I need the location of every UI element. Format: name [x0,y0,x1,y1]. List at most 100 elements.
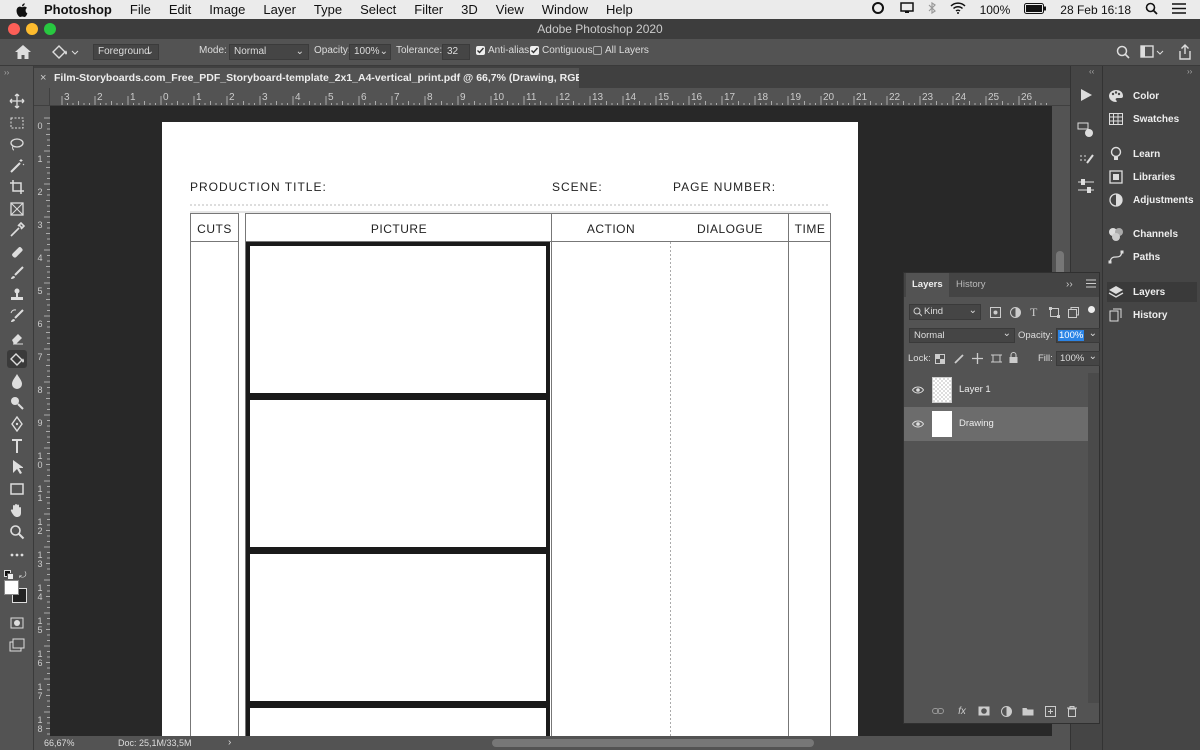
tolerance-input[interactable]: 32 [442,44,470,60]
menu-view[interactable]: View [496,2,524,17]
paint-bucket-preset-icon[interactable] [50,44,80,63]
filter-smart-object-icon[interactable] [1068,307,1079,321]
ruler-origin[interactable] [34,88,50,106]
hand-tool-icon[interactable] [7,501,27,519]
lock-transparent-icon[interactable] [935,354,945,367]
collapse-icons-icon[interactable]: ‹‹ [1089,67,1094,76]
horizontal-scrollbar[interactable] [230,736,1070,750]
actions-icon[interactable] [1078,88,1094,105]
menu-edit[interactable]: Edit [169,2,191,17]
quick-mask-icon[interactable] [7,614,27,632]
zoom-tool-icon[interactable] [7,523,27,541]
expand-toolbar-icon[interactable]: ›› [4,68,9,77]
menu-help[interactable]: Help [606,2,633,17]
document-size[interactable]: Doc: 25,1M/33,5M [118,738,192,748]
eraser-tool-icon[interactable] [7,329,27,347]
filter-pixel-icon[interactable] [990,307,1001,321]
layer-opacity-input[interactable]: 100% ⌄ [1056,328,1100,343]
new-layer-icon[interactable] [1044,705,1056,717]
filter-toggle-icon[interactable] [1088,306,1095,313]
filter-type-icon[interactable]: T [1030,305,1037,320]
horizontal-scroll-thumb[interactable] [492,739,814,747]
zoom-window-button[interactable] [44,23,56,35]
menu-file[interactable]: File [130,2,151,17]
panel-adjustments[interactable]: Adjustments [1107,190,1197,210]
layers-scrollbar[interactable] [1088,373,1099,703]
filter-adjustment-icon[interactable] [1010,307,1021,321]
pen-tool-icon[interactable] [7,415,27,433]
visibility-eye-icon[interactable] [911,419,925,431]
history-brush-tool-icon[interactable] [7,307,27,325]
panel-paths[interactable]: Paths [1107,247,1197,267]
control-center-icon[interactable] [1172,2,1186,17]
lock-artboard-icon[interactable] [991,353,1002,367]
blur-tool-icon[interactable] [7,372,27,390]
menu-select[interactable]: Select [360,2,396,17]
filter-shape-icon[interactable] [1049,307,1060,321]
mode-select[interactable]: Normal ⌄ [229,44,309,60]
link-layers-icon[interactable] [932,705,944,717]
panel-channels[interactable]: Channels [1107,224,1197,244]
contiguous-checkbox[interactable] [530,46,539,55]
menu-layer[interactable]: Layer [263,2,296,17]
tab-layers[interactable]: Layers [906,273,949,297]
magic-wand-tool-icon[interactable] [7,157,27,175]
screen-mode-icon[interactable] [7,636,27,654]
add-mask-icon[interactable] [978,705,990,717]
panel-learn[interactable]: Learn [1107,144,1197,164]
layer-row-layer-1[interactable]: Layer 1 [904,373,1088,407]
visibility-eye-icon[interactable] [911,385,925,397]
share-icon[interactable] [1178,44,1192,63]
brush-tool-icon[interactable] [7,264,27,282]
swap-colors-icon[interactable]: ⤾ [19,570,27,581]
status-menu-chevron-icon[interactable]: › [228,737,231,748]
healing-brush-tool-icon[interactable] [7,243,27,261]
clone-stamp-tool-icon[interactable] [7,286,27,304]
new-group-icon[interactable] [1022,705,1034,717]
paint-bucket-tool-icon[interactable] [7,350,27,368]
more-tools-icon[interactable] [7,546,27,564]
menu-app-name[interactable]: Photoshop [44,2,112,17]
lasso-tool-icon[interactable] [7,135,27,153]
opacity-input[interactable]: 100% ⌄ [349,44,391,60]
apple-icon[interactable] [14,0,30,19]
menu-image[interactable]: Image [209,2,245,17]
marquee-tool-icon[interactable] [7,114,27,132]
lock-position-icon[interactable] [972,353,983,367]
path-selection-tool-icon[interactable] [7,458,27,476]
document-page[interactable]: PRODUCTION TITLE: SCENE: PAGE NUMBER: CU… [162,122,858,736]
menu-window[interactable]: Window [542,2,588,17]
close-window-button[interactable] [8,23,20,35]
minimize-window-button[interactable] [26,23,38,35]
layer-fill-input[interactable]: 100% ⌄ [1056,351,1100,366]
panel-libraries[interactable]: Libraries [1107,167,1197,187]
brush-settings-icon[interactable] [1079,154,1095,171]
lock-all-icon[interactable] [1009,352,1018,366]
collapse-panel-icon[interactable]: ›› [1066,279,1073,290]
antialias-checkbox[interactable] [476,46,485,55]
collapse-panels-icon[interactable]: ›› [1187,67,1192,76]
tab-history[interactable]: History [950,273,992,297]
menu-type[interactable]: Type [314,2,342,17]
panel-color[interactable]: Color [1107,86,1197,106]
move-tool-icon[interactable] [7,92,27,110]
canvas-area[interactable]: PRODUCTION TITLE: SCENE: PAGE NUMBER: CU… [50,106,1052,736]
eyedropper-tool-icon[interactable] [7,221,27,239]
layer-row-drawing[interactable]: Drawing [904,407,1088,441]
crop-tool-icon[interactable] [7,178,27,196]
close-tab-icon[interactable]: × [40,68,46,88]
search-icon[interactable] [1145,2,1158,18]
battery-icon[interactable] [1024,2,1047,17]
zoom-level[interactable]: 66,67% [44,738,75,748]
dodge-tool-icon[interactable] [7,393,27,411]
adjustment-sliders-icon[interactable] [1077,178,1095,197]
creative-cloud-icon[interactable] [870,2,886,17]
panel-menu-icon[interactable] [1086,279,1096,291]
menu-filter[interactable]: Filter [414,2,443,17]
fill-source-select[interactable]: Foreground ⌄ [93,44,159,60]
search-icon[interactable] [1116,45,1130,62]
menu-3d[interactable]: 3D [461,2,478,17]
blend-mode-select[interactable]: Normal ⌄ [909,328,1015,343]
all-layers-checkbox[interactable] [593,46,602,55]
layer-style-icon[interactable]: fx [956,705,968,717]
